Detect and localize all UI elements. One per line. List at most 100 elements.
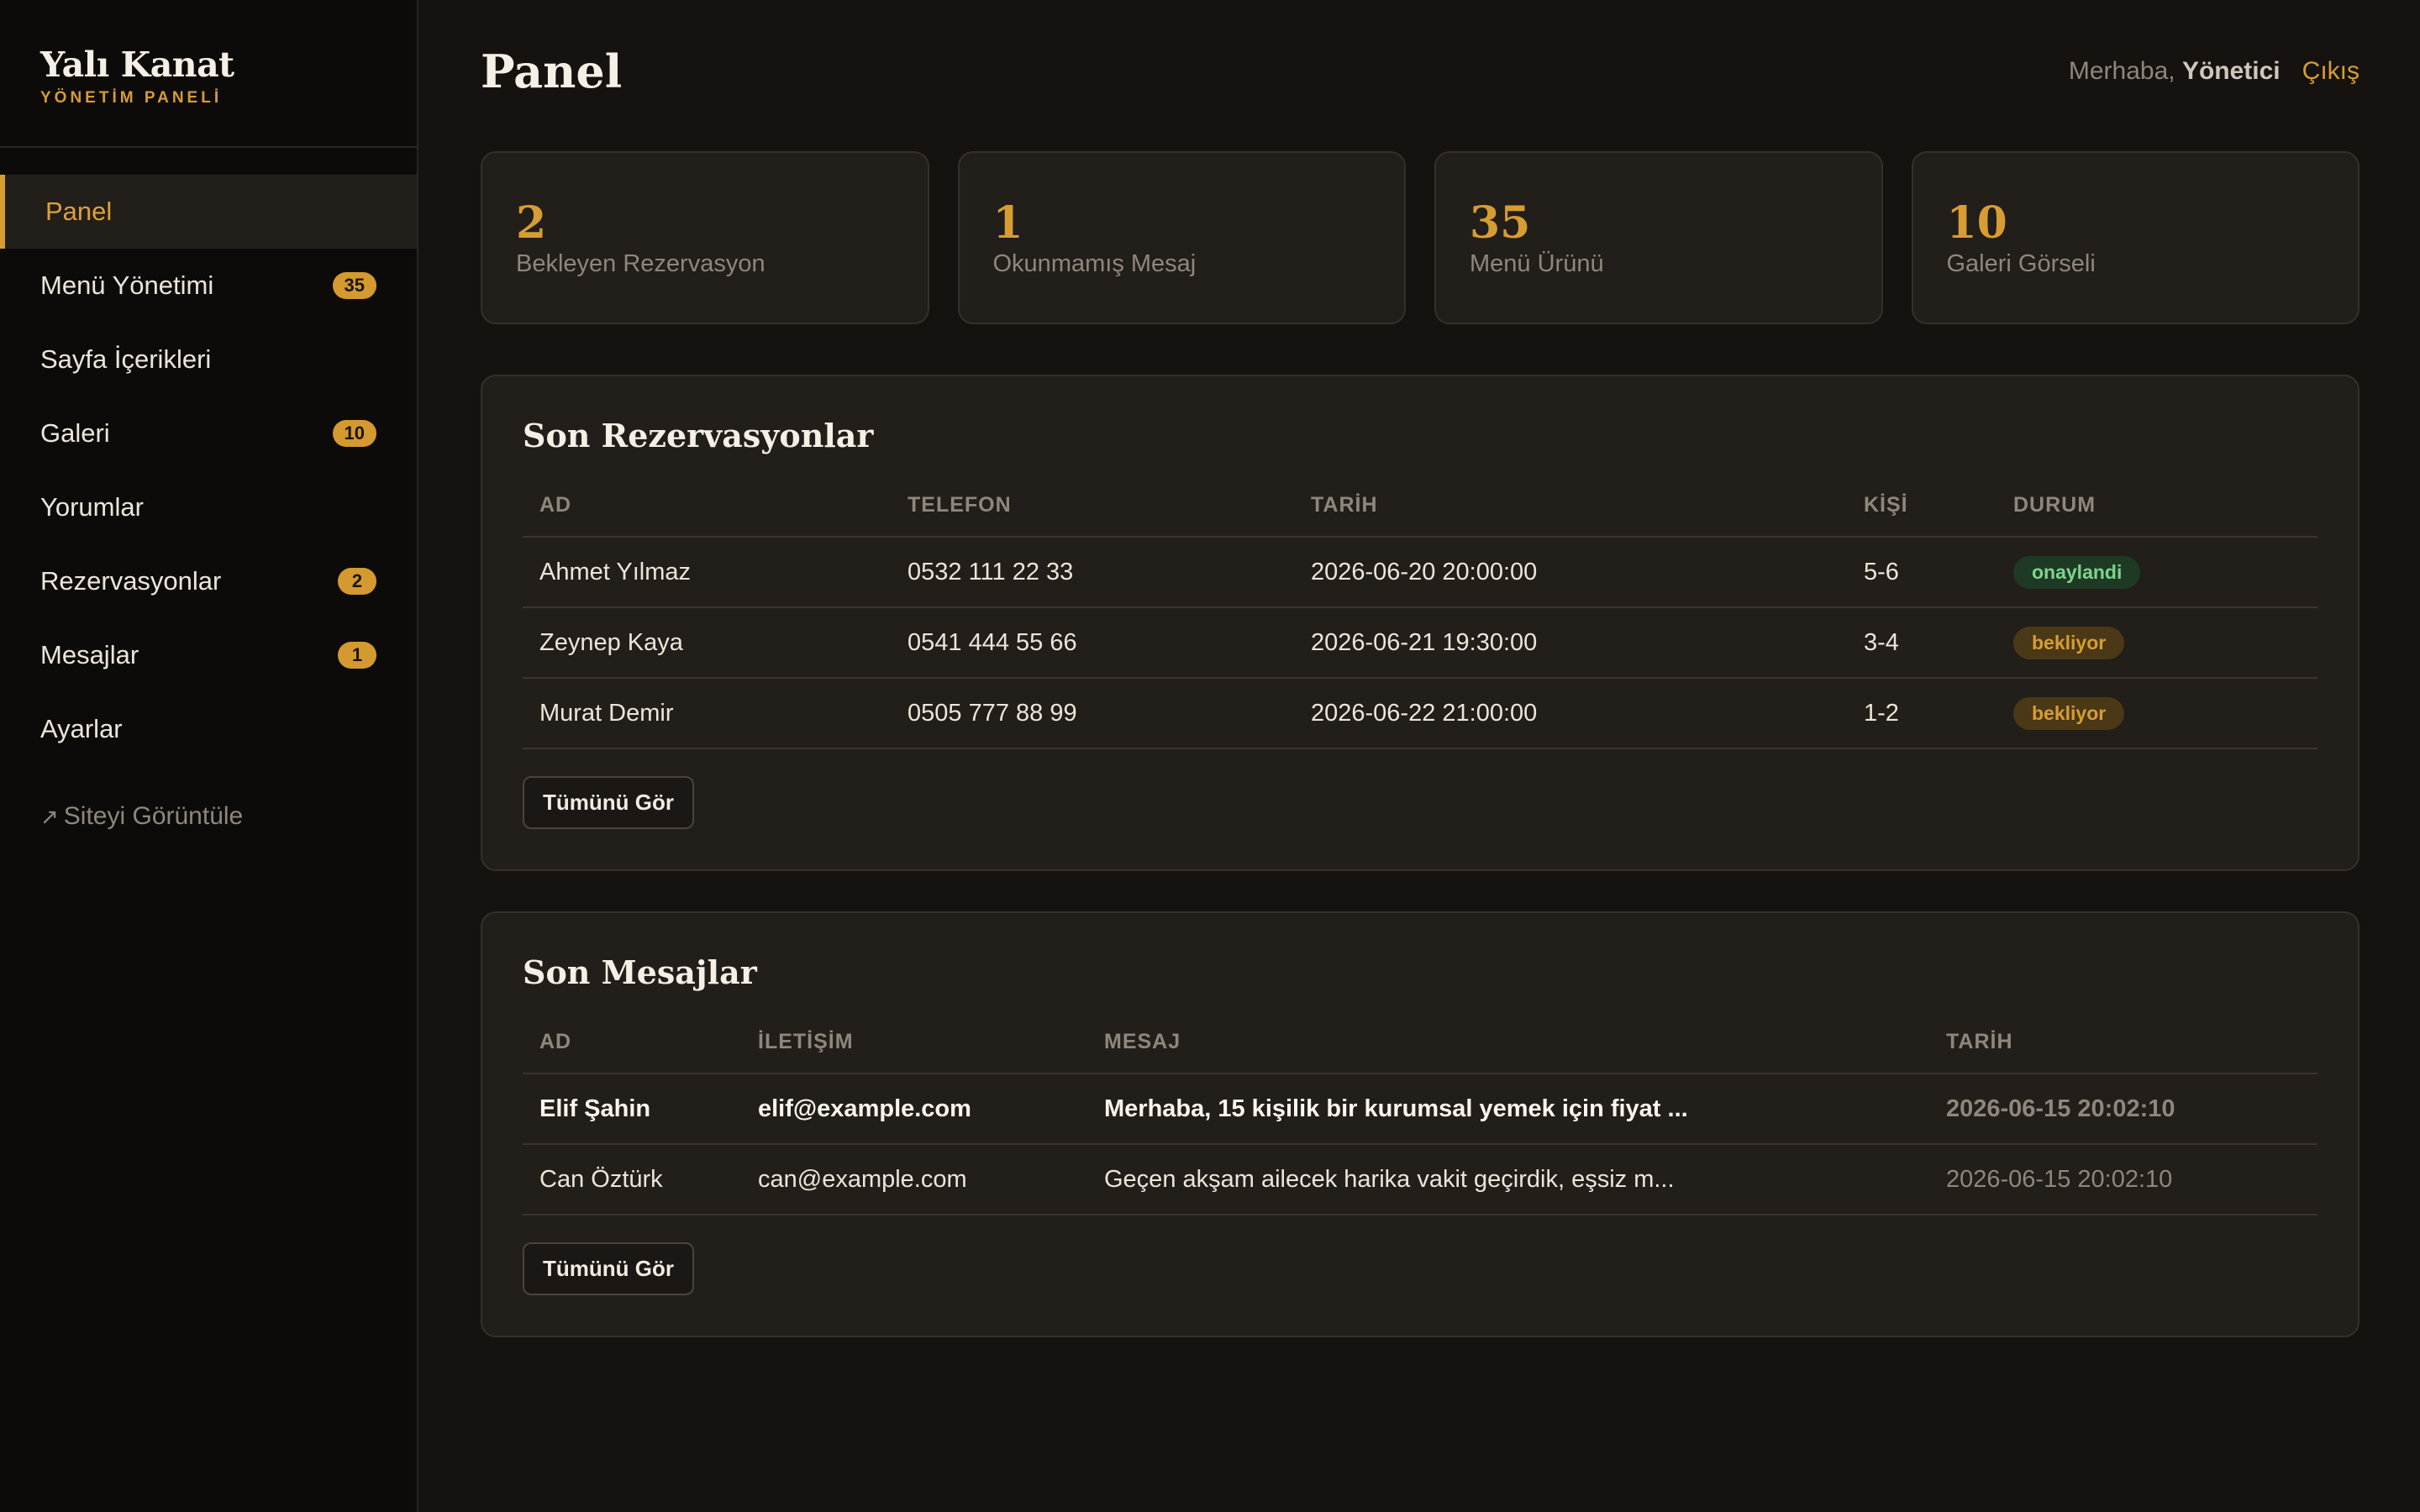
cell-message: Merhaba, 15 kişilik bir kurumsal yemek i… <box>1087 1074 1929 1145</box>
count-badge: 10 <box>332 420 376 447</box>
table-header-row: AD İLETİŞİM MESAJ TARİH <box>523 1030 2317 1074</box>
table-header-row: AD TELEFON TARİH KİŞİ DURUM <box>523 493 2317 538</box>
stat-card-menu-items: 35 Menü Ürünü <box>1434 151 1883 324</box>
table-row[interactable]: Murat Demir 0505 777 88 99 2026-06-22 21… <box>523 678 2317 749</box>
brand: Yalı Kanat YÖNETİM PANELİ <box>0 0 417 148</box>
cell-date: 2026-06-22 21:00:00 <box>1294 678 1847 749</box>
sidebar-nav: Panel Menü Yönetimi 35 Sayfa İçerikleri … <box>0 148 417 843</box>
recent-messages-panel: Son Mesajlar AD İLETİŞİM MESAJ TARİH Eli… <box>481 911 2360 1337</box>
count-badge: 1 <box>338 642 376 669</box>
sidebar-item-label: Menü Yönetimi <box>40 270 214 300</box>
count-badge: 35 <box>332 272 376 299</box>
table-row[interactable]: Zeynep Kaya 0541 444 55 66 2026-06-21 19… <box>523 607 2317 679</box>
sidebar-item-menu[interactable]: Menü Yönetimi 35 <box>0 249 417 323</box>
column-header: MESAJ <box>1087 1030 1929 1074</box>
view-site-link[interactable]: ↗ Siteyi Görüntüle <box>0 790 417 843</box>
cell-message: Geçen akşam ailecek harika vakit geçirdi… <box>1087 1144 1929 1215</box>
greeting-text: Merhaba, <box>2068 57 2175 85</box>
stat-value: 10 <box>1946 197 2007 249</box>
cell-date: 2026-06-15 20:02:10 <box>1929 1144 2317 1215</box>
sidebar-item-reviews[interactable]: Yorumlar <box>0 470 417 544</box>
cell-phone: 0505 777 88 99 <box>891 678 1294 749</box>
sidebar-item-label: Panel <box>45 197 113 226</box>
sidebar-item-reservations[interactable]: Rezervasyonlar 2 <box>0 544 417 618</box>
status-badge: onaylandi <box>2013 555 2141 589</box>
cell-people: 5-6 <box>1847 537 1996 608</box>
stat-label: Menü Ürünü <box>1470 250 1604 277</box>
stats-row: 2 Bekleyen Rezervasyon 1 Okunmamış Mesaj… <box>481 151 2360 324</box>
cell-status: onaylandi <box>1996 537 2317 608</box>
sidebar-item-settings[interactable]: Ayarlar <box>0 692 417 766</box>
view-all-reservations-button[interactable]: Tümünü Gör <box>523 776 694 829</box>
sidebar-item-label: Sayfa İçerikleri <box>40 344 212 374</box>
main-content: Panel Merhaba, Yönetici Çıkış 2 Bekleyen… <box>418 0 2420 1512</box>
stat-card-gallery-images: 10 Galeri Görseli <box>1911 151 2360 324</box>
count-badge: 2 <box>338 568 376 595</box>
view-site-label: Siteyi Görüntüle <box>63 802 244 830</box>
stat-card-unread-messages: 1 Okunmamış Mesaj <box>957 151 1406 324</box>
status-badge: bekliyor <box>2013 696 2125 730</box>
cell-date: 2026-06-15 20:02:10 <box>1929 1074 2317 1145</box>
messages-table: AD İLETİŞİM MESAJ TARİH Elif Şahin elif@… <box>523 1030 2317 1215</box>
stat-label: Okunmamış Mesaj <box>992 250 1197 277</box>
cell-phone: 0532 111 22 33 <box>891 537 1294 608</box>
column-header: KİŞİ <box>1847 493 1996 538</box>
page-title: Panel <box>481 45 623 98</box>
column-header: TARİH <box>1929 1030 2317 1074</box>
sidebar-item-pages[interactable]: Sayfa İçerikleri <box>0 323 417 396</box>
view-all-messages-button[interactable]: Tümünü Gör <box>523 1242 694 1295</box>
sidebar-item-messages[interactable]: Mesajlar 1 <box>0 618 417 692</box>
cell-people: 1-2 <box>1847 678 1996 749</box>
stat-label: Galeri Görseli <box>1946 250 2096 277</box>
cell-name: Can Öztürk <box>523 1144 741 1215</box>
stat-value: 35 <box>1470 197 1531 249</box>
cell-name: Ahmet Yılmaz <box>523 537 891 608</box>
cell-phone: 0541 444 55 66 <box>891 607 1294 679</box>
cell-name: Zeynep Kaya <box>523 607 891 679</box>
sidebar-item-label: Rezervasyonlar <box>40 566 222 596</box>
cell-status: bekliyor <box>1996 607 2317 679</box>
panel-title: Son Rezervasyonlar <box>523 417 874 454</box>
cell-date: 2026-06-20 20:00:00 <box>1294 537 1847 608</box>
recent-reservations-panel: Son Rezervasyonlar AD TELEFON TARİH KİŞİ… <box>481 375 2360 871</box>
column-header: AD <box>523 493 891 538</box>
column-header: DURUM <box>1996 493 2317 538</box>
panel-title: Son Mesajlar <box>523 953 757 991</box>
stat-value: 2 <box>516 197 547 249</box>
cell-name: Elif Şahin <box>523 1074 741 1145</box>
sidebar-item-label: Mesajlar <box>40 640 139 669</box>
admin-app: Yalı Kanat YÖNETİM PANELİ Panel Menü Yön… <box>0 0 2420 1512</box>
cell-name: Murat Demir <box>523 678 891 749</box>
table-row[interactable]: Can Öztürk can@example.com Geçen akşam a… <box>523 1144 2317 1215</box>
sidebar-item-panel[interactable]: Panel <box>0 175 417 249</box>
page-header: Panel Merhaba, Yönetici Çıkış <box>481 0 2360 151</box>
sidebar-item-label: Yorumlar <box>40 492 144 522</box>
brand-subtitle: YÖNETİM PANELİ <box>40 89 223 107</box>
table-row[interactable]: Ahmet Yılmaz 0532 111 22 33 2026-06-20 2… <box>523 537 2317 608</box>
column-header: TELEFON <box>891 493 1294 538</box>
stat-card-pending-reservations: 2 Bekleyen Rezervasyon <box>481 151 929 324</box>
column-header: AD <box>523 1030 741 1074</box>
sidebar-item-label: Galeri <box>40 418 110 448</box>
brand-name: Yalı Kanat <box>40 45 234 85</box>
stat-label: Bekleyen Rezervasyon <box>516 250 765 277</box>
reservations-table: AD TELEFON TARİH KİŞİ DURUM Ahmet Yılmaz… <box>523 493 2317 749</box>
cell-people: 3-4 <box>1847 607 1996 679</box>
column-header: İLETİŞİM <box>741 1030 1087 1074</box>
logout-link[interactable]: Çıkış <box>2302 57 2360 86</box>
sidebar-item-label: Ayarlar <box>40 714 123 743</box>
cell-contact: elif@example.com <box>741 1074 1087 1145</box>
cell-contact: can@example.com <box>741 1144 1087 1215</box>
external-link-icon: ↗ <box>40 803 59 829</box>
user-area: Merhaba, Yönetici Çıkış <box>2069 57 2360 86</box>
column-header: TARİH <box>1294 493 1847 538</box>
sidebar-item-gallery[interactable]: Galeri 10 <box>0 396 417 470</box>
greeting: Merhaba, Yönetici <box>2069 57 2281 86</box>
status-badge: bekliyor <box>2013 626 2125 659</box>
user-name: Yönetici <box>2181 57 2281 85</box>
cell-status: bekliyor <box>1996 678 2317 749</box>
table-row[interactable]: Elif Şahin elif@example.com Merhaba, 15 … <box>523 1074 2317 1145</box>
sidebar: Yalı Kanat YÖNETİM PANELİ Panel Menü Yön… <box>0 0 418 1512</box>
cell-date: 2026-06-21 19:30:00 <box>1294 607 1847 679</box>
stat-value: 1 <box>992 197 1023 249</box>
